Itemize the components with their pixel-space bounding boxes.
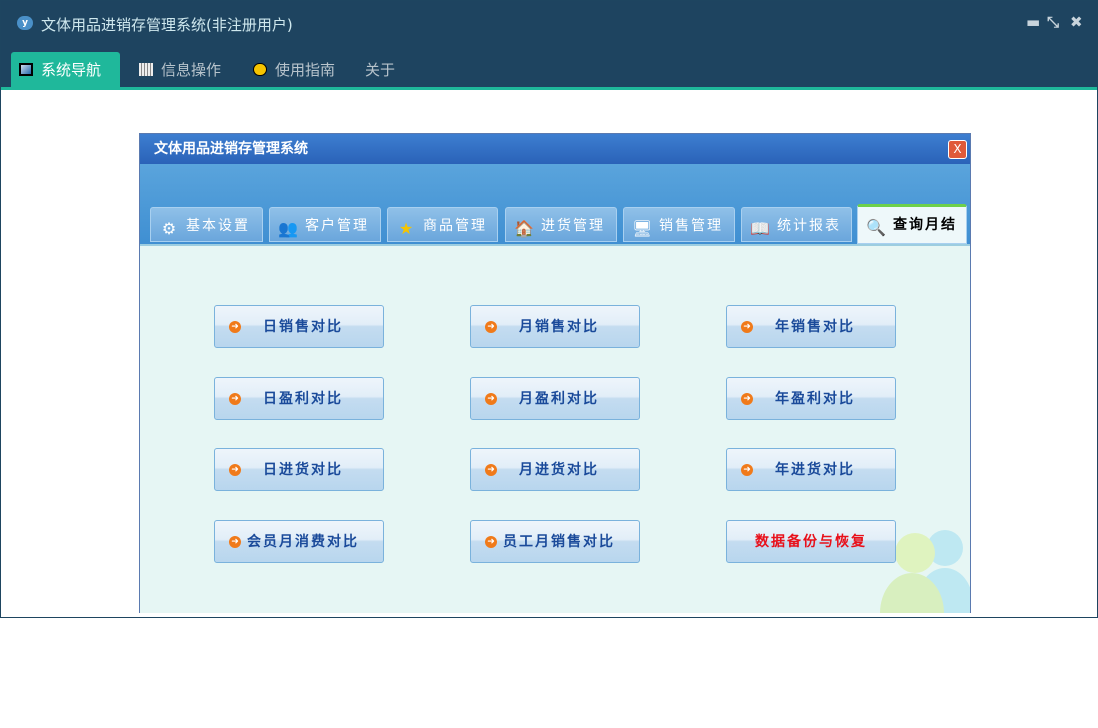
help-icon xyxy=(253,63,267,76)
menu-tab-info[interactable]: 信息操作 xyxy=(131,52,221,87)
arrow-right-icon: ➜ xyxy=(741,464,753,476)
divider xyxy=(1,87,1097,90)
button-label: 数据备份与恢复 xyxy=(755,534,867,550)
arrow-right-icon: ➜ xyxy=(485,393,497,405)
menu-label: 系统导航 xyxy=(41,61,102,79)
arrow-right-icon: ➜ xyxy=(229,536,241,548)
yearly-sales-button[interactable]: ➜ 年销售对比 xyxy=(726,305,896,348)
staff-monthly-sales-button[interactable]: ➜ 员工月销售对比 xyxy=(470,520,640,563)
arrow-right-icon: ➜ xyxy=(741,321,753,333)
tab-label: 基本设置 xyxy=(186,218,250,234)
minimize-button[interactable]: ▬ xyxy=(1026,13,1040,31)
users-icon: 👥 xyxy=(278,219,300,238)
arrow-right-icon: ➜ xyxy=(485,321,497,333)
button-label: 员工月销售对比 xyxy=(503,534,615,550)
button-label: 月进货对比 xyxy=(519,462,599,478)
tab-label: 商品管理 xyxy=(423,218,487,234)
tab-products[interactable]: ★ 商品管理 xyxy=(387,207,498,242)
tab-label: 统计报表 xyxy=(777,218,841,234)
tab-query-monthly[interactable]: 🔍 查询月结 xyxy=(857,204,967,244)
tab-basic-settings[interactable]: ⚙ 基本设置 xyxy=(150,207,263,242)
restore-button[interactable]: ⤡ xyxy=(1047,13,1059,31)
tab-divider xyxy=(140,244,970,246)
inner-title: 文体用品进销存管理系统 xyxy=(140,134,970,164)
monthly-profit-button[interactable]: ➜ 月盈利对比 xyxy=(470,377,640,420)
monthly-sales-button[interactable]: ➜ 月销售对比 xyxy=(470,305,640,348)
menu-label: 信息操作 xyxy=(161,61,222,79)
monthly-purchase-button[interactable]: ➜ 月进货对比 xyxy=(470,448,640,491)
button-label: 会员月消费对比 xyxy=(247,534,359,550)
daily-profit-button[interactable]: ➜ 日盈利对比 xyxy=(214,377,384,420)
menu-tab-nav[interactable]: 系统导航 xyxy=(11,52,120,87)
gear-icon: ⚙ xyxy=(161,219,179,238)
arrow-right-icon: ➜ xyxy=(485,536,497,548)
tab-customers[interactable]: 👥 客户管理 xyxy=(269,207,381,242)
menu-tab-about[interactable]: 关于 xyxy=(357,52,395,87)
yearly-profit-button[interactable]: ➜ 年盈利对比 xyxy=(726,377,896,420)
member-monthly-spend-button[interactable]: ➜ 会员月消费对比 xyxy=(214,520,384,563)
arrow-right-icon: ➜ xyxy=(485,464,497,476)
search-icon: 🔍 xyxy=(866,218,888,237)
title-bar: y 文体用品进销存管理系统(非注册用户) ▬ ⤡ ✖ 系统导航 信息操作 使用指… xyxy=(1,1,1097,87)
button-label: 日销售对比 xyxy=(263,319,343,335)
button-label: 年销售对比 xyxy=(775,319,855,335)
monitor-icon: 🖥 xyxy=(632,219,655,238)
house-icon: 🏠 xyxy=(514,219,536,238)
button-label: 日进货对比 xyxy=(263,462,343,478)
menu-tab-guide[interactable]: 使用指南 xyxy=(245,52,335,87)
arrow-right-icon: ➜ xyxy=(229,393,241,405)
arrow-right-icon: ➜ xyxy=(229,464,241,476)
daily-sales-button[interactable]: ➜ 日销售对比 xyxy=(214,305,384,348)
button-label: 月销售对比 xyxy=(519,319,599,335)
tab-label: 销售管理 xyxy=(659,218,723,234)
app-logo-icon: y xyxy=(17,16,33,30)
tab-purchase[interactable]: 🏠 进货管理 xyxy=(505,207,617,242)
star-icon: ★ xyxy=(398,219,416,238)
menu-label: 使用指南 xyxy=(275,61,336,79)
tab-label: 进货管理 xyxy=(541,218,605,234)
button-label: 年盈利对比 xyxy=(775,391,855,407)
tab-reports[interactable]: 📖 统计报表 xyxy=(741,207,852,242)
book-icon: 📖 xyxy=(750,219,772,238)
app-window: y 文体用品进销存管理系统(非注册用户) ▬ ⤡ ✖ 系统导航 信息操作 使用指… xyxy=(0,0,1098,618)
tab-label: 客户管理 xyxy=(305,218,369,234)
button-label: 年进货对比 xyxy=(775,462,855,478)
backup-restore-button[interactable]: 数据备份与恢复 xyxy=(726,520,896,563)
menu-label: 关于 xyxy=(365,61,396,79)
daily-purchase-button[interactable]: ➜ 日进货对比 xyxy=(214,448,384,491)
monitor-icon xyxy=(19,63,33,76)
tab-label: 查询月结 xyxy=(893,217,957,233)
button-label: 日盈利对比 xyxy=(263,391,343,407)
yearly-purchase-button[interactable]: ➜ 年进货对比 xyxy=(726,448,896,491)
inner-close-button[interactable]: X xyxy=(948,140,967,159)
window-title: 文体用品进销存管理系统(非注册用户) xyxy=(41,16,293,34)
arrow-right-icon: ➜ xyxy=(229,321,241,333)
tab-sales[interactable]: 🖥 销售管理 xyxy=(623,207,735,242)
close-button[interactable]: ✖ xyxy=(1070,13,1083,31)
inner-window: 文体用品进销存管理系统 X ⚙ 基本设置 👥 客户管理 ★ 商品管理 🏠 进货管理 🖥 销… xyxy=(139,133,971,613)
arrow-right-icon: ➜ xyxy=(741,393,753,405)
button-label: 月盈利对比 xyxy=(519,391,599,407)
grid-icon xyxy=(139,63,153,76)
